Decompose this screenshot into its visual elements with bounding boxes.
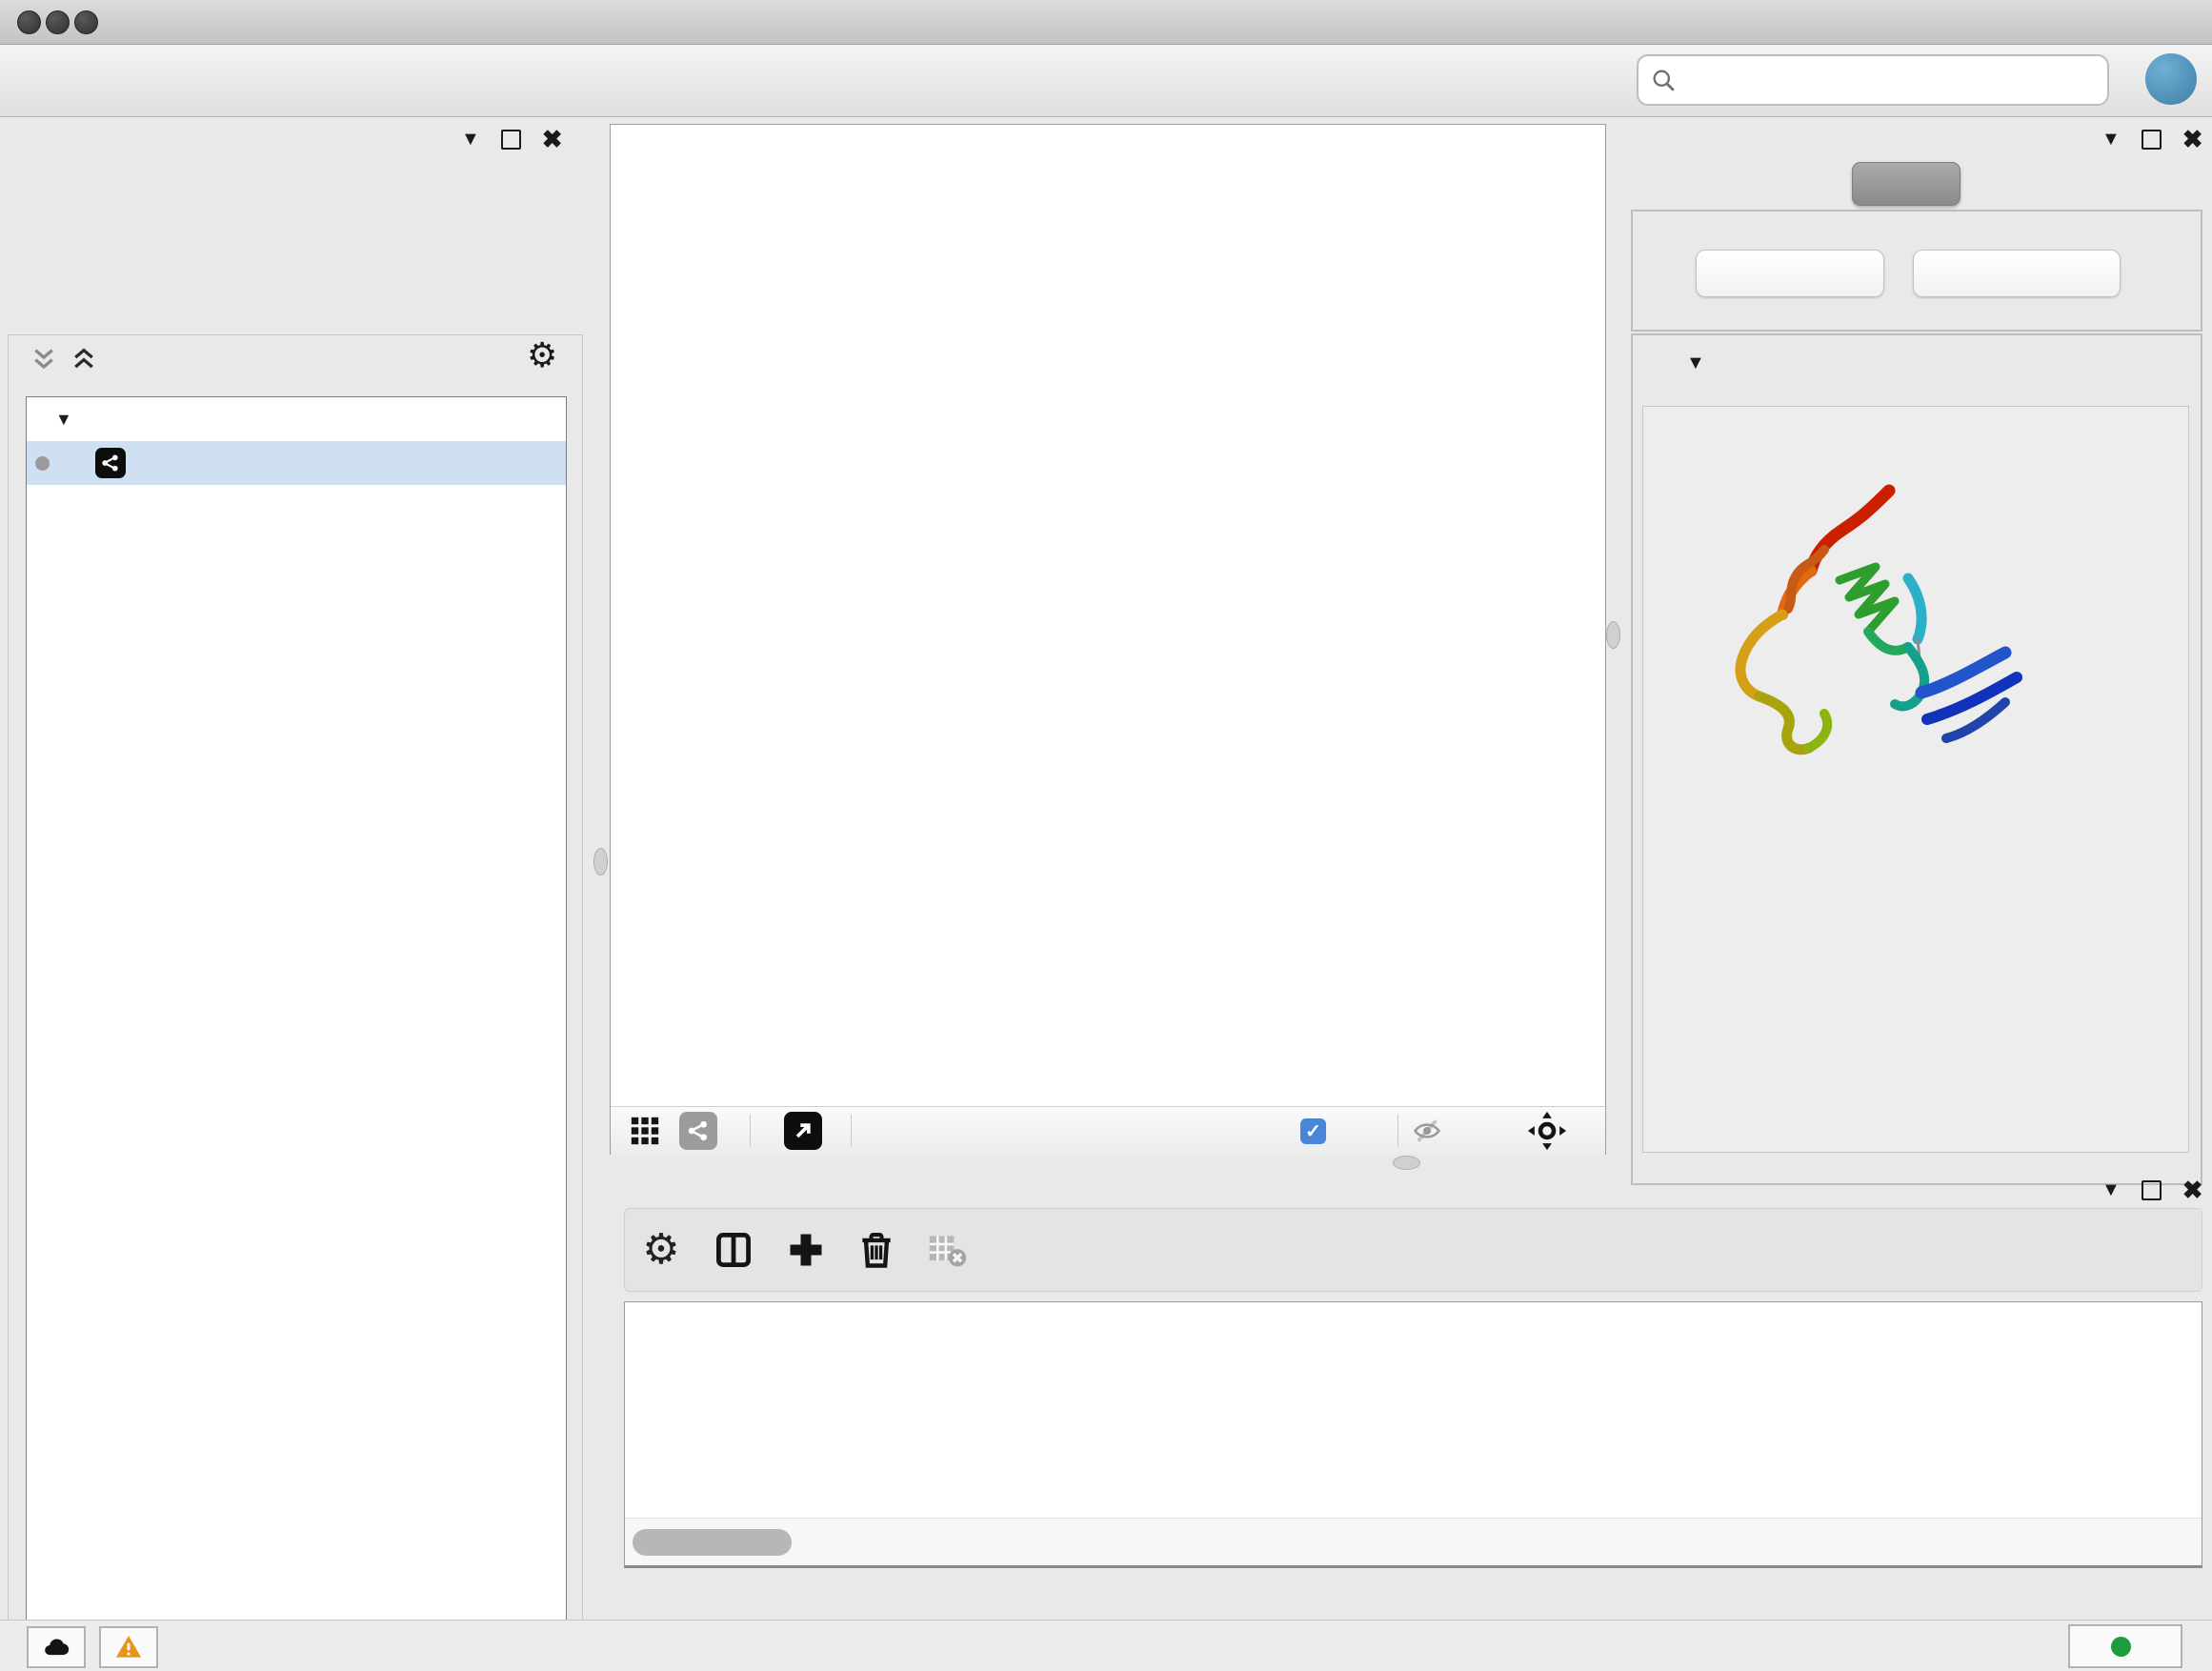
expand-all-button[interactable] xyxy=(1696,250,1884,297)
table-panel-close-icon[interactable]: ✖ xyxy=(2182,1178,2203,1202)
scrollbar-thumb[interactable] xyxy=(633,1529,792,1556)
network-collection-row[interactable]: ▼ xyxy=(27,397,566,441)
cloud-icon xyxy=(42,1633,70,1661)
cloud-status-button[interactable] xyxy=(27,1626,86,1668)
network-badge-icon xyxy=(95,448,126,478)
delete-table-icon xyxy=(922,1225,972,1275)
results-buttons-strip xyxy=(1631,210,2202,332)
network-tab-content: ⚙ ▼ xyxy=(8,334,583,1671)
search-icon xyxy=(1650,67,1677,93)
left-splitter-handle[interactable] xyxy=(593,848,608,876)
bottom-splitter-handle[interactable] xyxy=(1393,1156,1420,1170)
network-share-icon[interactable] xyxy=(679,1112,717,1150)
control-panel: ▼ ✖ ⚙ ▼ xyxy=(0,117,591,1620)
function-builder-icon xyxy=(996,1225,1046,1275)
network-status-dot-icon xyxy=(35,456,50,471)
selected-checkbox[interactable]: ✓ xyxy=(1300,1118,1326,1144)
delete-column-icon[interactable] xyxy=(852,1225,901,1275)
results-panel-menu-icon[interactable]: ▼ xyxy=(2101,129,2121,151)
memory-button[interactable] xyxy=(2068,1624,2182,1668)
control-panel-close-icon[interactable]: ✖ xyxy=(542,127,563,151)
string-result-section: ▼ xyxy=(1631,333,2202,1185)
export-view-icon[interactable] xyxy=(784,1112,822,1150)
network-view-panel: ✓ xyxy=(610,124,1606,1155)
help-button[interactable] xyxy=(2145,53,2197,105)
result-details xyxy=(1642,406,2189,1153)
hidden-eye-slash-icon xyxy=(1413,1117,1441,1145)
search-input[interactable] xyxy=(1686,60,2100,98)
tab-string[interactable] xyxy=(1852,162,1961,206)
protein-structure-image xyxy=(1681,464,2053,836)
results-panel-float-icon[interactable] xyxy=(2142,130,2162,150)
search-box xyxy=(1637,54,2109,106)
table-panel-float-icon[interactable] xyxy=(2142,1180,2162,1200)
network-view-toolbar: ✓ xyxy=(611,1106,1605,1155)
node-table xyxy=(624,1301,2202,1568)
table-toolbar: ⚙ xyxy=(624,1208,2202,1292)
warnings-button[interactable] xyxy=(99,1626,158,1668)
pan-crosshair-icon[interactable] xyxy=(1527,1111,1567,1151)
network-canvas[interactable] xyxy=(611,125,1603,1104)
table-panel-menu-icon[interactable]: ▼ xyxy=(2101,1179,2121,1201)
window-close-button[interactable] xyxy=(17,10,41,34)
network-row-selected[interactable] xyxy=(27,441,566,485)
results-panel-close-icon[interactable]: ✖ xyxy=(2182,127,2203,151)
main-toolbar xyxy=(0,45,2212,117)
add-column-icon[interactable] xyxy=(781,1225,831,1275)
cytoscape-window: ▼ ✖ ⚙ ▼ xyxy=(0,0,2212,1671)
table-horizontal-scrollbar[interactable] xyxy=(625,1518,2202,1566)
window-minimize-button[interactable] xyxy=(46,10,70,34)
title-bar xyxy=(0,0,2212,45)
warning-icon xyxy=(114,1633,143,1661)
collection-expand-icon[interactable]: ▼ xyxy=(55,410,72,430)
show-columns-icon[interactable] xyxy=(709,1225,758,1275)
network-tree: ▼ xyxy=(26,396,567,1671)
collapse-all-icon[interactable] xyxy=(30,345,58,373)
status-bar xyxy=(0,1620,2212,1671)
control-panel-menu-icon[interactable]: ▼ xyxy=(461,129,480,151)
right-splitter-handle[interactable] xyxy=(1606,621,1620,649)
window-zoom-button[interactable] xyxy=(74,10,98,34)
collapse-all-button[interactable] xyxy=(1913,250,2121,297)
control-panel-float-icon[interactable] xyxy=(501,130,521,150)
birds-eye-view-icon[interactable] xyxy=(626,1112,664,1150)
expand-all-icon[interactable] xyxy=(70,345,98,373)
table-gear-icon[interactable]: ⚙ xyxy=(636,1225,686,1275)
network-options-gear-icon[interactable]: ⚙ xyxy=(527,338,557,372)
memory-status-dot-icon xyxy=(2111,1637,2131,1657)
result-collapse-icon[interactable]: ▼ xyxy=(1686,352,1705,374)
